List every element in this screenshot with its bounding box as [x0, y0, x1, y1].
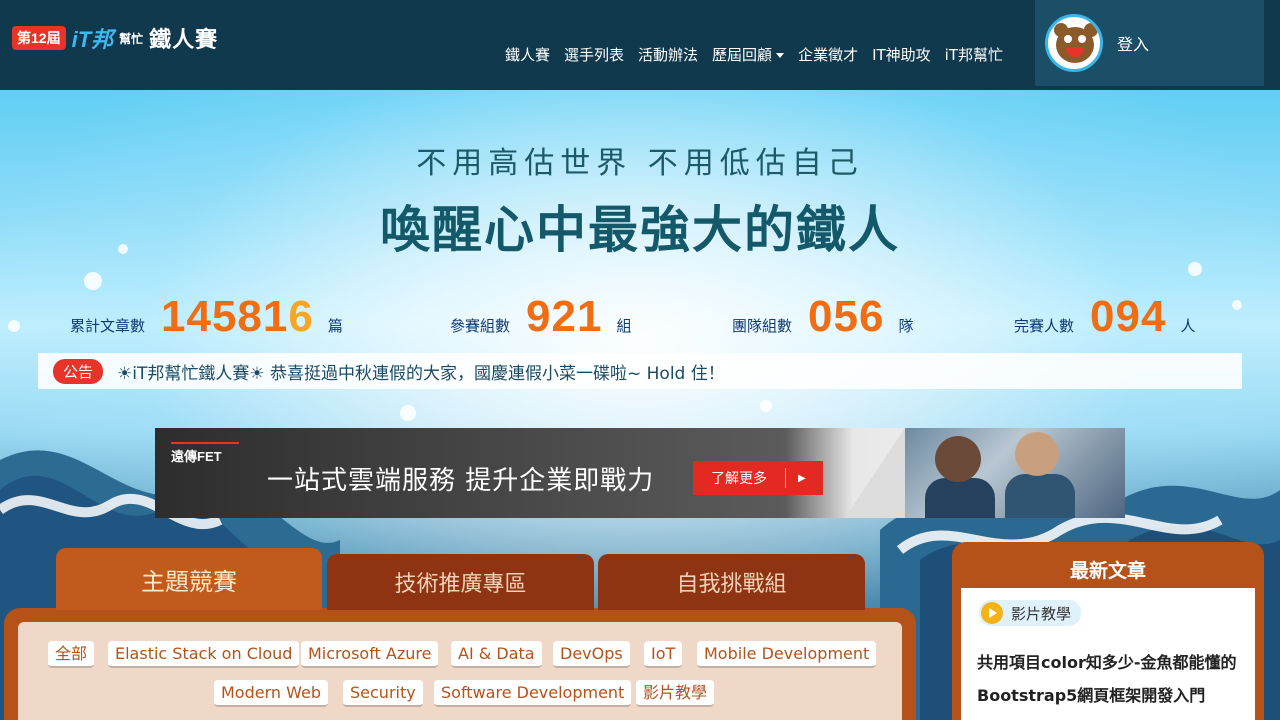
stat-label: 參賽組數	[450, 317, 511, 335]
fet-logo-line	[171, 442, 239, 444]
nav-jobs[interactable]: 企業徵才	[798, 44, 858, 65]
nav-history[interactable]: 歷屆回顧	[712, 44, 785, 65]
stat-value: 921	[526, 292, 603, 341]
bubble-decoration	[1188, 262, 1202, 276]
chevron-down-icon	[776, 53, 785, 58]
tag-azure[interactable]: Microsoft Azure	[301, 641, 439, 668]
bubble-decoration	[84, 272, 102, 290]
tag-security[interactable]: Security	[343, 680, 423, 707]
edition-badge: 第12屆	[12, 26, 66, 50]
nav-it-assist[interactable]: IT神助攻	[872, 44, 931, 65]
login-area[interactable]: 登入	[1035, 0, 1264, 86]
tab-self-challenge[interactable]: 自我挑戰組	[598, 554, 865, 610]
tag-iot[interactable]: IoT	[644, 641, 683, 668]
stat-value-main: 14581	[161, 292, 289, 341]
tag-devops[interactable]: DevOps	[553, 641, 630, 668]
logo-sub-mark: 幫忙	[119, 31, 144, 46]
tab-tech-promo[interactable]: 技術推廣專區	[327, 554, 594, 610]
login-link[interactable]: 登入	[1117, 31, 1149, 55]
nav-players[interactable]: 選手列表	[564, 44, 624, 65]
hero-title: 喚醒心中最強大的鐵人	[380, 201, 900, 259]
play-arrow-icon: ▶	[798, 472, 806, 484]
learn-more-button[interactable]: 了解更多 ▶	[693, 461, 823, 495]
announcement-bar[interactable]: 公告 ☀iT邦幫忙鐵人賽☀ 恭喜挺過中秋連假的大家，國慶連假小菜一碟啦~ Hol…	[38, 353, 1242, 389]
hero-subtitle: 不用高估世界 不用低估自己	[416, 146, 864, 181]
banner-person-head	[1015, 432, 1059, 476]
stat-teams: 團隊組數 056 隊	[732, 292, 913, 342]
banner-person-body	[1005, 474, 1075, 518]
avatar-face	[1056, 27, 1094, 63]
stat-label: 累計文章數	[70, 317, 146, 335]
announcement-badge: 公告	[53, 358, 104, 384]
banner-person-body	[925, 478, 995, 518]
stat-unit: 隊	[898, 317, 914, 335]
stat-label: 團隊組數	[732, 317, 793, 335]
avatar-eye	[1064, 35, 1072, 43]
announcement-text[interactable]: ☀iT邦幫忙鐵人賽☀ 恭喜挺過中秋連假的大家，國慶連假小菜一碟啦~ Hold 住…	[117, 359, 725, 384]
banner-divider	[845, 428, 905, 518]
main-nav: 鐵人賽 選手列表 活動辦法 歷屆回顧 企業徵才 IT神助攻 iT邦幫忙	[505, 44, 1003, 65]
stat-label: 完賽人數	[1014, 317, 1075, 335]
banner-headline: 一站式雲端服務 提升企業即戰力	[267, 466, 655, 496]
nav-history-label: 歷屆回顧	[712, 46, 773, 64]
logo-it-mark: iT邦	[71, 27, 114, 52]
stat-finishers: 完賽人數 094 人	[1014, 292, 1195, 342]
stat-value: 145816	[161, 292, 314, 342]
tag-modern-web[interactable]: Modern Web	[214, 680, 328, 707]
tag-all[interactable]: 全部	[48, 641, 95, 668]
site-logo[interactable]: 第12屆 iT邦 幫忙 鐵人賽	[12, 22, 218, 54]
latest-articles-title: 最新文章	[1069, 560, 1146, 582]
site-header: 第12屆 iT邦 幫忙 鐵人賽 鐵人賽 選手列表 活動辦法 歷屆回顧 企業徵才 …	[0, 0, 1280, 90]
nav-ironman[interactable]: 鐵人賽	[505, 44, 550, 65]
category-filter-box: 全部 Elastic Stack on Cloud Microsoft Azur…	[18, 622, 902, 720]
bubble-decoration	[1232, 300, 1242, 310]
bubble-decoration	[760, 400, 772, 412]
play-icon	[981, 602, 1003, 624]
tag-video-tutorial[interactable]: 影片教學	[636, 680, 715, 707]
tag-software-dev[interactable]: Software Development	[434, 680, 632, 707]
stat-value: 094	[1090, 292, 1167, 341]
avatar-eye	[1078, 35, 1086, 43]
bubble-decoration	[8, 320, 20, 332]
banner-person-head	[935, 436, 981, 482]
nav-rules[interactable]: 活動辦法	[638, 44, 698, 65]
tag-mobile[interactable]: Mobile Development	[697, 641, 877, 668]
stat-unit: 組	[616, 317, 632, 335]
tab-theme-contest[interactable]: 主題競賽	[56, 548, 322, 610]
stat-value-highlight: 6	[288, 292, 314, 341]
bubble-decoration	[400, 405, 416, 421]
article-category-tag[interactable]: 影片教學	[979, 600, 1082, 626]
sponsor-banner[interactable]: 遠傳FET 一站式雲端服務 提升企業即戰力 了解更多 ▶	[155, 428, 1125, 518]
article-category-label: 影片教學	[1011, 604, 1072, 623]
article-title-link[interactable]: 共用項目color知多少-金魚都能懂的Bootstrap5網頁框架開發入門	[977, 646, 1249, 712]
stat-value: 056	[808, 292, 885, 341]
learn-more-label: 了解更多	[711, 471, 767, 487]
latest-articles-panel: 最新文章 影片教學 共用項目color知多少-金魚都能懂的Bootstrap5網…	[952, 542, 1264, 720]
latest-articles-list: 影片教學 共用項目color知多少-金魚都能懂的Bootstrap5網頁框架開發…	[961, 588, 1255, 720]
fet-logo: 遠傳FET	[171, 449, 222, 464]
tag-ai-data[interactable]: AI & Data	[451, 641, 542, 668]
tag-elastic[interactable]: Elastic Stack on Cloud	[108, 641, 300, 668]
stat-unit: 篇	[327, 317, 343, 335]
avatar[interactable]	[1045, 14, 1103, 72]
stat-unit: 人	[1180, 317, 1196, 335]
stat-groups: 參賽組數 921 組	[450, 292, 631, 342]
logo-title: 鐵人賽	[149, 28, 219, 53]
stat-articles: 累計文章數 145816 篇	[70, 292, 343, 342]
nav-ithome[interactable]: iT邦幫忙	[945, 44, 1003, 65]
